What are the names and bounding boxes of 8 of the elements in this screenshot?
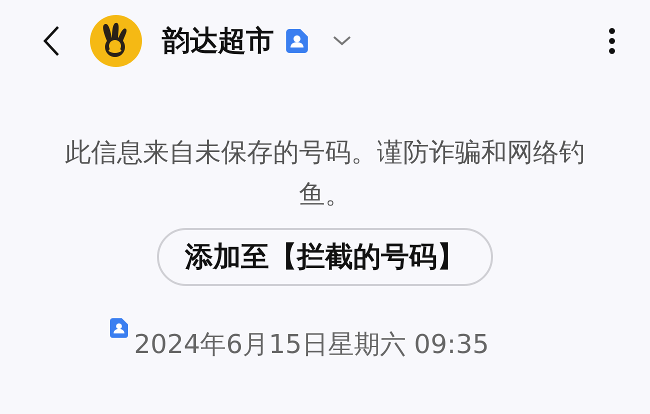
avatar-icon — [90, 15, 142, 67]
contact-name: 韵达超市 — [162, 23, 274, 59]
more-options-icon — [609, 28, 615, 54]
warning-message: 此信息来自未保存的号码。谨防诈骗和网络钓鱼。 — [64, 137, 586, 212]
contact-icon — [286, 29, 308, 53]
message-timestamp: 2024年6月15日星期六 09:35 — [134, 329, 489, 362]
contact-icon — [110, 318, 128, 338]
block-number-button[interactable]: 添加至【拦截的号码】 — [157, 228, 493, 286]
